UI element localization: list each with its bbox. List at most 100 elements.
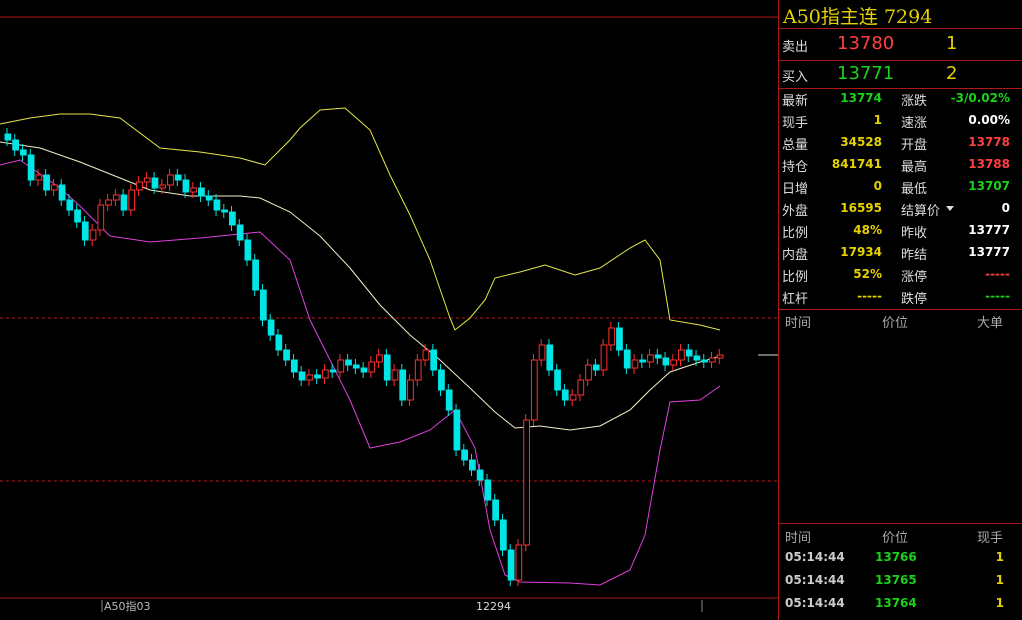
ticks-header-time: 时间 (785, 531, 812, 546)
candle-body (267, 319, 275, 336)
candle-body (515, 544, 523, 581)
candle-body (499, 519, 507, 551)
quote-value: ----- (857, 289, 882, 303)
buy-qty: 2 (946, 63, 958, 84)
candle-body (391, 369, 399, 381)
candle-body (445, 389, 453, 411)
quote-value: ----- (985, 267, 1010, 281)
candle-body (314, 374, 321, 379)
tick-qty: 1 (995, 573, 1004, 587)
candle-body (66, 199, 74, 211)
candle-body (128, 189, 136, 211)
candle-body (639, 359, 647, 363)
ticks-header-qty: 现手 (977, 531, 1004, 546)
candle-body (74, 209, 81, 223)
candle-body (321, 369, 329, 379)
candle-body (430, 349, 438, 371)
candle-body (716, 354, 724, 359)
candle-body (453, 409, 461, 451)
chevron-down-icon[interactable] (946, 206, 954, 211)
quote-value: ----- (985, 289, 1010, 303)
quote-label: 涨跌 (901, 94, 928, 109)
quote-value: 34528 (840, 135, 882, 149)
candle-body (670, 359, 678, 366)
quote-label: 结算价 (901, 204, 941, 219)
tick-price: 13765 (875, 573, 917, 587)
quote-label: 昨结 (901, 248, 928, 263)
candle-body (701, 359, 709, 363)
candle-body (143, 177, 151, 183)
quote-value: 16595 (840, 201, 882, 215)
candle-body (198, 187, 205, 197)
tick-qty: 1 (995, 550, 1004, 564)
candle-body (569, 394, 577, 401)
candle-body (151, 177, 159, 189)
candle-body (329, 369, 337, 373)
candle-body (81, 221, 89, 241)
big-orders-header-price: 价位 (882, 316, 909, 331)
candle-body (383, 354, 391, 381)
quote-label: 比例 (782, 270, 809, 285)
candle-body (577, 379, 585, 396)
big-orders-header-time: 时间 (785, 316, 812, 331)
quote-label: 内盘 (782, 248, 809, 263)
candle-body (538, 344, 546, 361)
quote-value: 13777 (968, 245, 1010, 259)
chart-low-label: 12294 (476, 600, 511, 613)
candle-body (422, 349, 430, 361)
kline-chart[interactable]: A50指03 12294 (0, 0, 778, 620)
instrument-title: A50指主连 7294 (783, 2, 932, 29)
candle-body (360, 367, 368, 373)
big-orders-header-big: 大单 (977, 316, 1004, 331)
quote-label: 开盘 (901, 138, 928, 153)
candle-body (546, 344, 554, 371)
quote-value: 13788 (968, 157, 1010, 171)
candle-body (12, 139, 19, 151)
candle-body (399, 369, 407, 401)
quote-label: 外盘 (782, 204, 809, 219)
candle-body (19, 149, 27, 156)
quote-label: 总量 (782, 138, 809, 153)
sell-row[interactable]: 卖出 13780 1 (779, 32, 1021, 60)
tick-price: 13764 (875, 596, 917, 610)
quote-value: 13707 (968, 179, 1010, 193)
candle-body (484, 479, 492, 501)
sell-price: 13780 (837, 33, 895, 54)
candle-body (205, 195, 213, 201)
quote-label: 最低 (901, 182, 928, 197)
candle-body (461, 449, 469, 461)
candle-body (662, 357, 670, 366)
buy-row[interactable]: 买入 13771 2 (779, 61, 1021, 89)
candle-body (136, 181, 143, 191)
candle-body (35, 174, 43, 181)
candle-body (561, 389, 569, 401)
candle-body (306, 374, 314, 381)
candle-body (120, 194, 128, 211)
candle-body (693, 355, 701, 361)
candle-body (4, 133, 12, 141)
candle-body (236, 224, 244, 241)
candle-body (438, 369, 445, 391)
candle-body (608, 327, 616, 346)
candle-body (376, 354, 383, 363)
candle-body (112, 194, 120, 201)
quote-value: 13774 (840, 91, 882, 105)
quote-value: 0 (873, 179, 882, 193)
candle-body (337, 359, 345, 373)
quote-value: 48% (853, 223, 882, 237)
tick-qty: 1 (995, 596, 1004, 610)
candle-body (252, 259, 259, 291)
candle-body (229, 211, 236, 226)
candle-body (298, 371, 306, 381)
tick-time: 05:14:44 (785, 596, 845, 610)
quote-value: 13777 (968, 223, 1010, 237)
tick-time: 05:14:44 (785, 573, 845, 587)
quote-value: -3/0.02% (950, 91, 1010, 105)
candle-body (345, 359, 352, 366)
quote-value: 13778 (968, 135, 1010, 149)
candle-body (678, 349, 685, 361)
candle-body (182, 179, 190, 193)
candle-body (554, 369, 561, 391)
buy-label: 买入 (782, 70, 809, 85)
quote-panel: A50指主连 7294 卖出 13780 1 买入 13771 2 最新 1377… (778, 0, 1022, 620)
